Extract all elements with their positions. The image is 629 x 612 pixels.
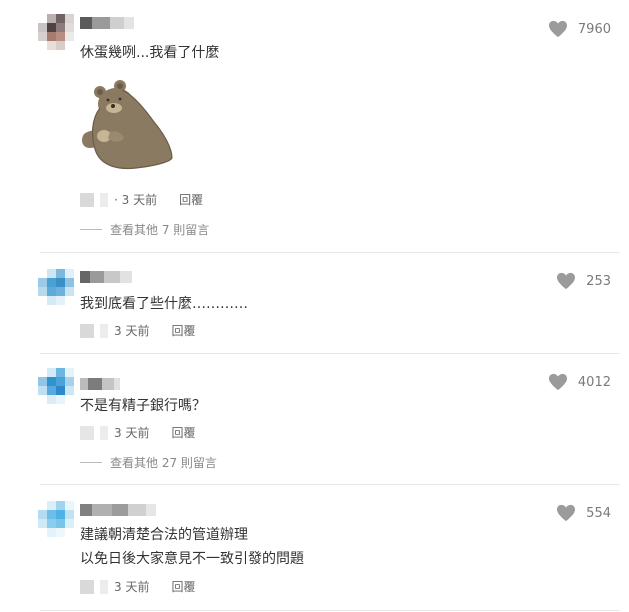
view-more-replies[interactable]: 查看其他 7 則留言 <box>80 221 209 238</box>
like-button[interactable]: 4012 <box>548 373 611 391</box>
divider-line <box>80 462 102 463</box>
heart-icon <box>548 373 567 391</box>
view-more-label: 查看其他 27 則留言 <box>110 456 217 470</box>
blurred-element <box>80 425 94 440</box>
like-count: 7960 <box>577 21 611 37</box>
comment-3: 4012 不是有精子銀行嗎？ 3 天前 回覆 查看其他 27 則留言 <box>0 354 629 484</box>
heart-icon <box>548 20 567 38</box>
comment-text: 不是有精子銀行嗎？ <box>80 398 206 414</box>
like-button[interactable]: 554 <box>556 504 611 522</box>
comment-2: 253 我到底看了些什麼………… 3 天前 回覆 <box>0 253 629 353</box>
reply-button[interactable]: 回覆 <box>171 578 195 595</box>
reply-button[interactable]: 回覆 <box>179 191 203 208</box>
timestamp: 3 天前 <box>114 580 150 594</box>
blurred-element <box>100 192 108 207</box>
heart-icon <box>557 272 576 290</box>
username-blurred[interactable] <box>80 504 156 516</box>
like-button[interactable]: 253 <box>556 272 611 290</box>
comment-meta: 3 天前 回覆 <box>80 424 195 441</box>
avatar[interactable] <box>38 368 74 404</box>
blurred-element <box>80 579 94 594</box>
reply-button[interactable]: 回覆 <box>171 424 195 441</box>
avatar[interactable] <box>38 14 74 50</box>
like-count: 253 <box>586 273 611 289</box>
comment-meta: 3 天前 回覆 <box>80 322 195 339</box>
comment-4: 554 建議朝清楚合法的管道辦理 以免日後大家意見不一致引發的問題 3 天前 回… <box>0 485 629 611</box>
timestamp: · 3 天前 <box>114 193 158 207</box>
comment-1: 7960 休蛋幾咧...我看了什麼 · 3 天前 回覆 查看其他 7 則留言 <box>0 0 629 252</box>
comment-meta: 3 天前 回覆 <box>80 578 195 595</box>
username-blurred[interactable] <box>80 271 132 283</box>
view-more-replies[interactable]: 查看其他 27 則留言 <box>80 454 217 471</box>
divider <box>40 610 620 611</box>
timestamp: 3 天前 <box>114 426 150 440</box>
like-count: 4012 <box>577 374 611 390</box>
heart-icon <box>557 504 576 522</box>
blurred-element <box>100 579 108 594</box>
comment-meta: · 3 天前 回覆 <box>80 191 203 208</box>
avatar[interactable] <box>38 501 74 537</box>
blurred-element <box>80 323 94 338</box>
blurred-element <box>100 425 108 440</box>
like-count: 554 <box>586 505 611 521</box>
reply-button[interactable]: 回覆 <box>171 322 195 339</box>
divider-line <box>80 229 102 230</box>
comment-text: 我到底看了些什麼………… <box>80 296 248 312</box>
avatar[interactable] <box>38 269 74 305</box>
bear-sticker <box>78 78 174 172</box>
blurred-element <box>100 323 108 338</box>
comment-text-line-2: 以免日後大家意見不一致引發的問題 <box>80 551 304 567</box>
blurred-element <box>80 192 94 207</box>
username-blurred[interactable] <box>80 378 120 390</box>
timestamp: 3 天前 <box>114 324 150 338</box>
like-button[interactable]: 7960 <box>548 20 611 38</box>
username-blurred[interactable] <box>80 17 134 29</box>
comment-text: 休蛋幾咧...我看了什麼 <box>80 45 220 61</box>
comment-text-line-1: 建議朝清楚合法的管道辦理 <box>80 527 248 543</box>
view-more-label: 查看其他 7 則留言 <box>110 223 210 237</box>
